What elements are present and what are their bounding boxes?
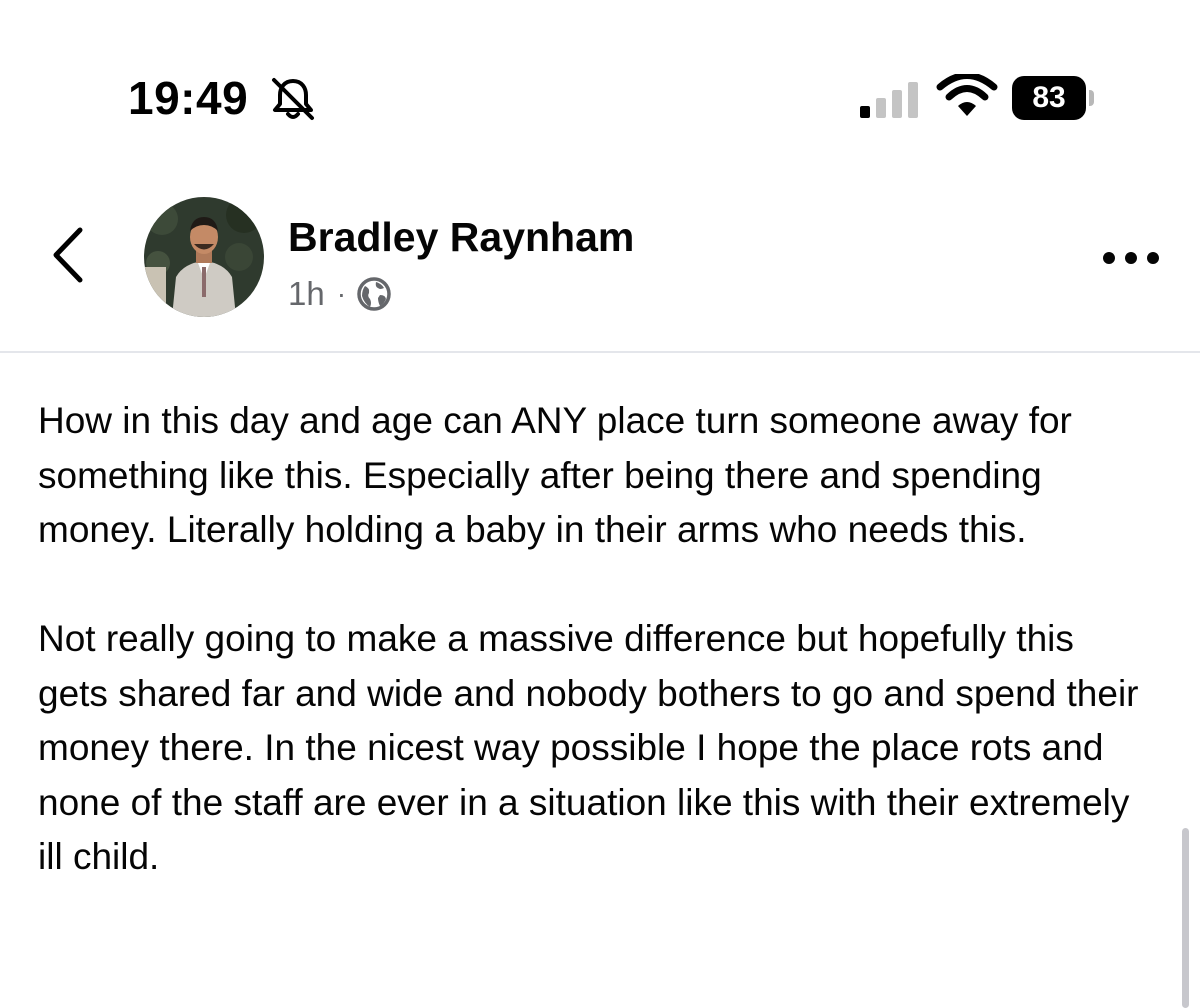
wifi-icon — [936, 74, 998, 116]
status-bar: 19:49 83 — [0, 0, 1200, 160]
author-name[interactable]: Bradley Raynham — [288, 212, 634, 262]
facebook-post-screen: 19:49 83 Bradley Raynham 1h · How in thi… — [0, 0, 1200, 1008]
scrollbar[interactable] — [1182, 828, 1189, 1008]
post-body: How in this day and age can ANY place tu… — [38, 394, 1148, 939]
header-divider — [0, 351, 1200, 353]
post-paragraph: How in this day and age can ANY place tu… — [38, 400, 1072, 550]
meta-separator: · — [336, 278, 347, 309]
post-header: Bradley Raynham 1h · — [0, 160, 1200, 352]
avatar-photo — [144, 197, 264, 317]
battery-tip — [1089, 90, 1094, 106]
battery-icon: 83 — [1012, 76, 1094, 120]
globe-icon[interactable] — [356, 276, 392, 312]
post-meta: 1h · — [288, 272, 392, 316]
status-time: 19:49 — [128, 72, 249, 124]
post-paragraph: Not really going to make a massive diffe… — [38, 618, 1139, 877]
cellular-signal-icon — [860, 82, 918, 118]
avatar[interactable] — [144, 197, 264, 317]
battery-percent: 83 — [1012, 76, 1086, 120]
post-timestamp[interactable]: 1h — [288, 275, 325, 313]
bell-off-icon — [272, 78, 314, 120]
more-options-button[interactable] — [1096, 240, 1166, 276]
back-button[interactable] — [40, 220, 100, 290]
